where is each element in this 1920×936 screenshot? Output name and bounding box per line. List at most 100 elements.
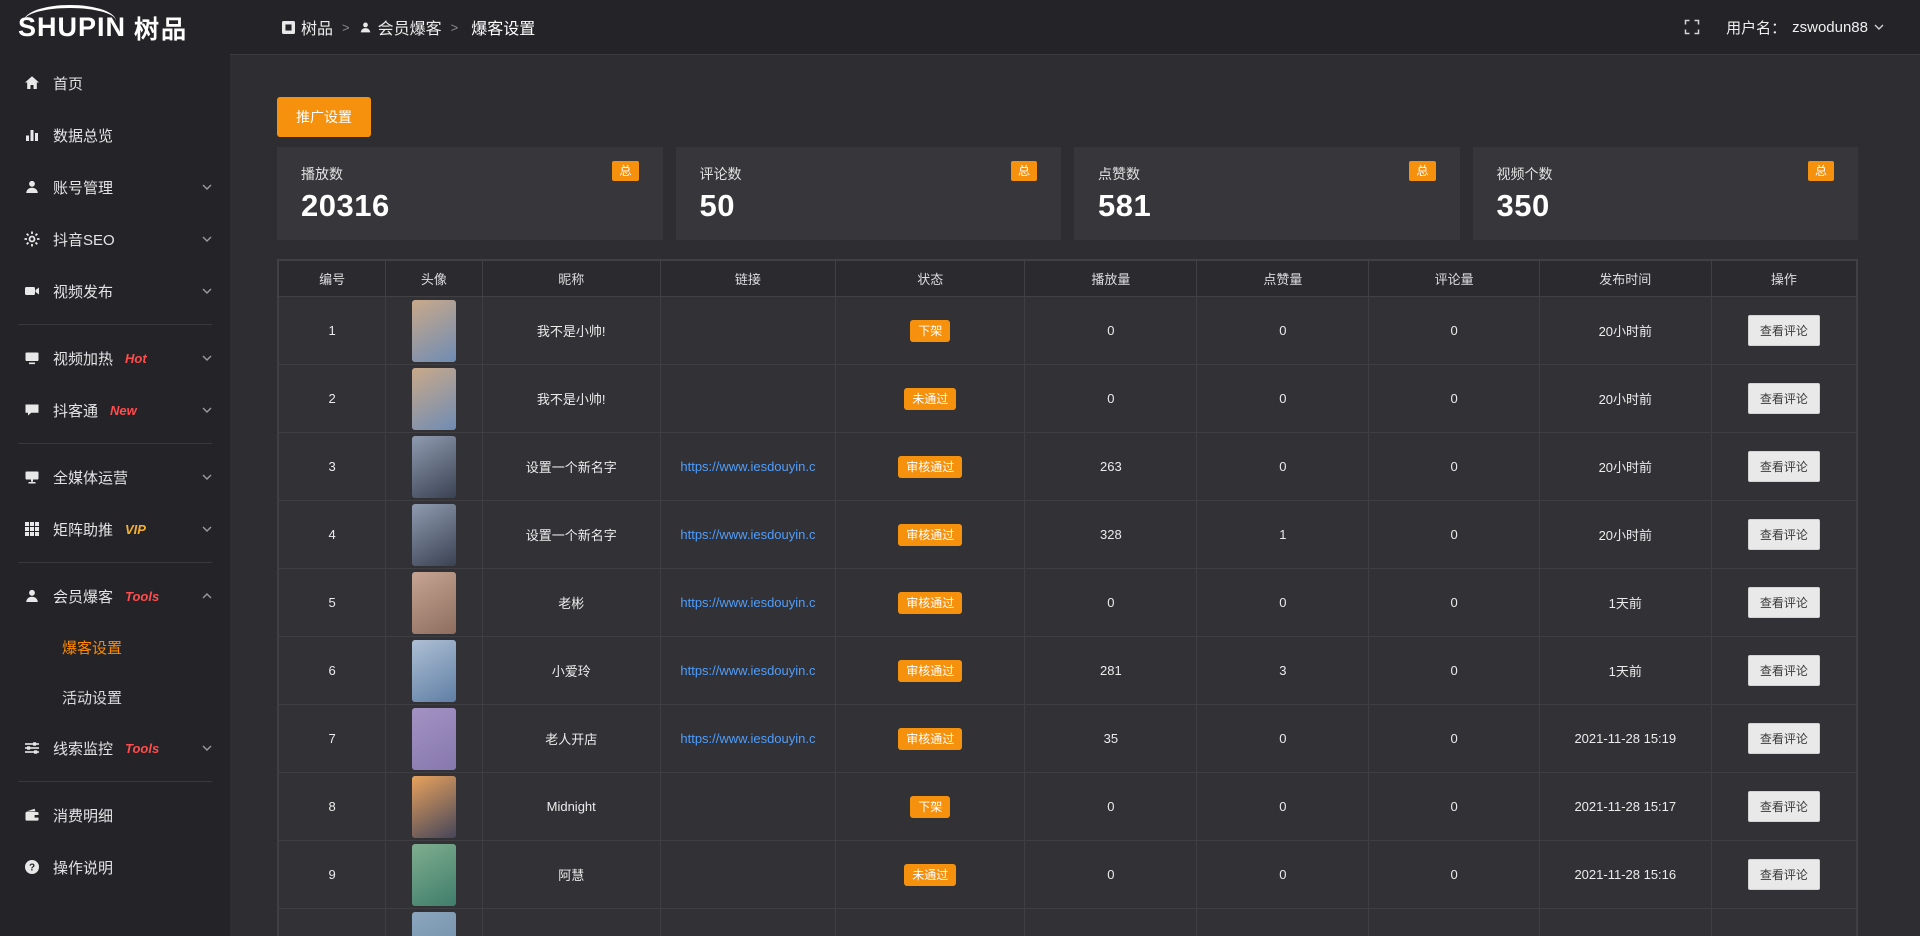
sidebar-item-lead-monitor[interactable]: 线索监控 Tools (0, 722, 230, 774)
sidebar-subitem-label: 活动设置 (62, 687, 122, 708)
table-row: 3 设置一个新名字 https://www.iesdouyin.c 审核通过 2… (279, 433, 1857, 501)
breadcrumb-current: 爆客设置 (471, 15, 535, 39)
chevron-down-icon (202, 474, 212, 480)
sidebar-subitem-baoke-settings[interactable]: 爆客设置 (0, 622, 230, 672)
stats-cards: 播放数 20316 总 评论数 50 总 点赞数 581 总 视频个数 350 … (277, 147, 1858, 240)
cell-likes: 0 (1197, 365, 1369, 433)
total-badge: 总 (1011, 161, 1037, 181)
app-logo[interactable]: SHUPIN 树品 (0, 0, 230, 55)
view-comments-button[interactable]: 查看评论 (1748, 791, 1820, 822)
sidebar-item-video-publish[interactable]: 视频发布 (0, 265, 230, 317)
cell-comments: 0 (1369, 841, 1539, 909)
video-link[interactable]: https://www.iesdouyin.c (661, 459, 835, 474)
breadcrumb-app[interactable]: 树品 (282, 15, 333, 39)
cell-avatar (386, 569, 482, 637)
video-link[interactable]: https://www.iesdouyin.c (661, 663, 835, 678)
cell-link (660, 909, 835, 936)
cell-nickname: 老彬 (482, 569, 660, 637)
breadcrumb: 树品 > 会员爆客 > 爆客设置 (282, 15, 535, 39)
stat-label: 评论数 (700, 164, 1038, 184)
video-link[interactable]: https://www.iesdouyin.c (661, 731, 835, 746)
cell-avatar (386, 637, 482, 705)
cell-avatar (386, 841, 482, 909)
cell-comments: 0 (1369, 297, 1539, 365)
view-comments-button[interactable]: 查看评论 (1748, 587, 1820, 618)
view-comments-button[interactable]: 查看评论 (1748, 315, 1820, 346)
breadcrumb-member-baoke[interactable]: 会员爆客 (359, 15, 442, 39)
chevron-down-icon (202, 236, 212, 242)
table-row: 9 阿慧 未通过 0 0 0 2021-11-28 15:16 查看评论 (279, 841, 1857, 909)
cell-likes: 0 (1197, 569, 1369, 637)
stat-label: 视频个数 (1497, 164, 1835, 184)
sidebar-item-member-baoke[interactable]: 会员爆客 Tools (0, 570, 230, 622)
table-row: 1 我不是小帅! 下架 0 0 0 20小时前 查看评论 (279, 297, 1857, 365)
cell-plays: 263 (1025, 433, 1197, 501)
cell-nickname: 阿慧 (482, 841, 660, 909)
stat-card-videos: 视频个数 350 总 (1473, 147, 1859, 240)
sidebar-item-matrix-boost[interactable]: 矩阵助推 VIP (0, 503, 230, 555)
sidebar-item-label: 抖客通 (53, 400, 98, 421)
topbar: 树品 > 会员爆客 > 爆客设置 用户名：zswodun88 (230, 0, 1920, 55)
cell-link (660, 365, 835, 433)
view-comments-button[interactable]: 查看评论 (1748, 451, 1820, 482)
sidebar-item-omnimedia[interactable]: 全媒体运营 (0, 451, 230, 503)
sidebar-item-label: 账号管理 (53, 177, 113, 198)
col-header-avatar: 头像 (386, 261, 482, 297)
wallet-icon (24, 807, 40, 823)
cell-comments: 0 (1369, 501, 1539, 569)
cell-plays (1025, 909, 1197, 936)
avatar (412, 776, 456, 838)
view-comments-button[interactable]: 查看评论 (1748, 859, 1820, 890)
gear-icon (24, 231, 40, 247)
sidebar-item-home[interactable]: 首页 (0, 57, 230, 109)
sidebar-item-label: 抖音SEO (53, 229, 115, 250)
chevron-down-icon (202, 355, 212, 361)
status-badge: 未通过 (904, 388, 956, 410)
cell-actions (1711, 909, 1856, 936)
chevron-down-icon (202, 184, 212, 190)
view-comments-button[interactable]: 查看评论 (1748, 655, 1820, 686)
cell-avatar (386, 433, 482, 501)
col-header-likes: 点赞量 (1197, 261, 1369, 297)
status-badge: 下架 (910, 796, 950, 818)
sidebar-divider (18, 324, 212, 325)
col-header-link: 链接 (660, 261, 835, 297)
cell-nickname: 设置一个新名字 (482, 501, 660, 569)
cell-comments: 0 (1369, 365, 1539, 433)
cell-likes: 0 (1197, 433, 1369, 501)
cell-status: 下架 (836, 773, 1025, 841)
sidebar-item-video-heat[interactable]: 视频加热 Hot (0, 332, 230, 384)
col-header-publish-time: 发布时间 (1539, 261, 1711, 297)
cell-link (660, 773, 835, 841)
cell-id: 7 (279, 705, 386, 773)
sidebar-item-douketong[interactable]: 抖客通 New (0, 384, 230, 436)
cell-status: 审核通过 (836, 569, 1025, 637)
cell-plays: 328 (1025, 501, 1197, 569)
table-row: 8 Midnight 下架 0 0 0 2021-11-28 15:17 查看评… (279, 773, 1857, 841)
avatar (412, 436, 456, 498)
cell-comments: 0 (1369, 433, 1539, 501)
cell-id: 3 (279, 433, 386, 501)
view-comments-button[interactable]: 查看评论 (1748, 519, 1820, 550)
sidebar-item-account-mgmt[interactable]: 账号管理 (0, 161, 230, 213)
sidebar-item-data-overview[interactable]: 数据总览 (0, 109, 230, 161)
video-link[interactable]: https://www.iesdouyin.c (661, 595, 835, 610)
cell-publish-time: 20小时前 (1539, 365, 1711, 433)
avatar (412, 708, 456, 770)
sidebar-item-instructions[interactable]: ? 操作说明 (0, 841, 230, 893)
sidebar-subitem-activity-settings[interactable]: 活动设置 (0, 672, 230, 722)
cell-likes: 0 (1197, 297, 1369, 365)
cell-status: 审核通过 (836, 637, 1025, 705)
sidebar-item-douyin-seo[interactable]: 抖音SEO (0, 213, 230, 265)
promo-settings-button[interactable]: 推广设置 (277, 97, 371, 137)
username-label: 用户名： (1726, 17, 1786, 38)
cell-nickname: 小爱玲 (482, 637, 660, 705)
sidebar-item-spending-details[interactable]: 消费明细 (0, 789, 230, 841)
view-comments-button[interactable]: 查看评论 (1748, 383, 1820, 414)
fullscreen-icon[interactable] (1684, 19, 1700, 35)
video-link[interactable]: https://www.iesdouyin.c (661, 527, 835, 542)
view-comments-button[interactable]: 查看评论 (1748, 723, 1820, 754)
cell-status: 审核通过 (836, 501, 1025, 569)
question-icon: ? (24, 859, 40, 875)
user-menu[interactable]: 用户名：zswodun88 (1726, 17, 1884, 38)
